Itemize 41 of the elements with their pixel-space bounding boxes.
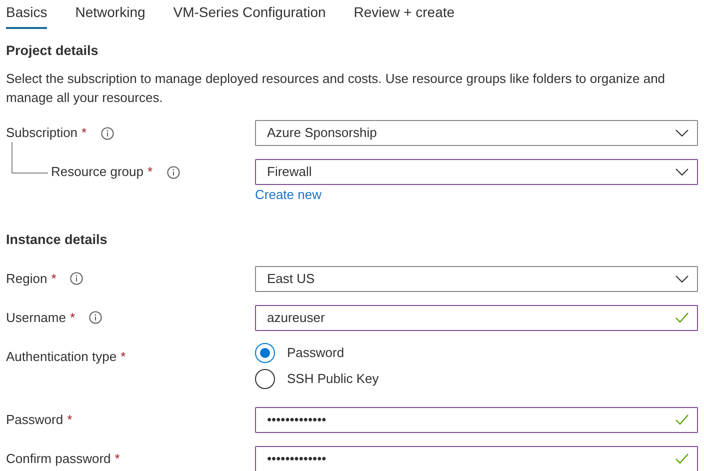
field-label: Resource group (51, 163, 144, 182)
input-field[interactable]: azureuser (255, 304, 698, 330)
required-marker: * (70, 308, 76, 327)
section-heading: Project details (6, 42, 100, 60)
radio-option[interactable]: SSH Public Key (255, 368, 379, 390)
tree-connector (11, 142, 49, 174)
field-label: Region (6, 270, 48, 288)
section-description: Select the subscription to manage deployed resources and costs. Use resource groups like folders to organize and manage all your resources. (6, 70, 666, 107)
field-label: Authentication type (6, 348, 117, 366)
input-field[interactable]: ••••••••••••• (255, 406, 698, 432)
required-marker: * (67, 410, 72, 429)
radio-option[interactable]: Password (255, 342, 344, 364)
tab[interactable]: VM-Series Configuration (173, 0, 326, 29)
required-marker: * (82, 124, 87, 142)
tab[interactable]: Networking (75, 0, 146, 29)
field-label: Subscription (6, 124, 78, 142)
field-label: Password (6, 410, 64, 429)
required-marker: * (148, 163, 153, 182)
required-marker: * (114, 450, 120, 468)
chevron-down-icon (675, 168, 689, 176)
dropdown[interactable]: Firewall (255, 159, 698, 185)
input-field[interactable]: ••••••••••••• (255, 446, 698, 471)
info-icon (166, 166, 180, 178)
chevron-down-icon (675, 129, 689, 137)
checkmark-icon (675, 453, 689, 464)
dropdown[interactable]: East US (255, 266, 698, 292)
checkmark-icon (675, 414, 689, 425)
info-icon (70, 272, 84, 285)
section-heading: Instance details (6, 230, 108, 248)
chevron-down-icon (675, 274, 689, 282)
field-label: Username (6, 308, 66, 327)
dropdown[interactable]: Azure Sponsorship (255, 120, 698, 146)
checkmark-icon (675, 312, 689, 323)
info-icon (89, 311, 102, 324)
info-icon (100, 126, 114, 140)
required-marker: * (51, 270, 56, 288)
tab[interactable]: Basics (6, 0, 48, 29)
field-label: Confirm password (6, 450, 111, 468)
tab[interactable]: Review + create (354, 0, 455, 29)
create-new-link[interactable]: Create new (255, 186, 322, 203)
required-marker: * (120, 348, 126, 366)
